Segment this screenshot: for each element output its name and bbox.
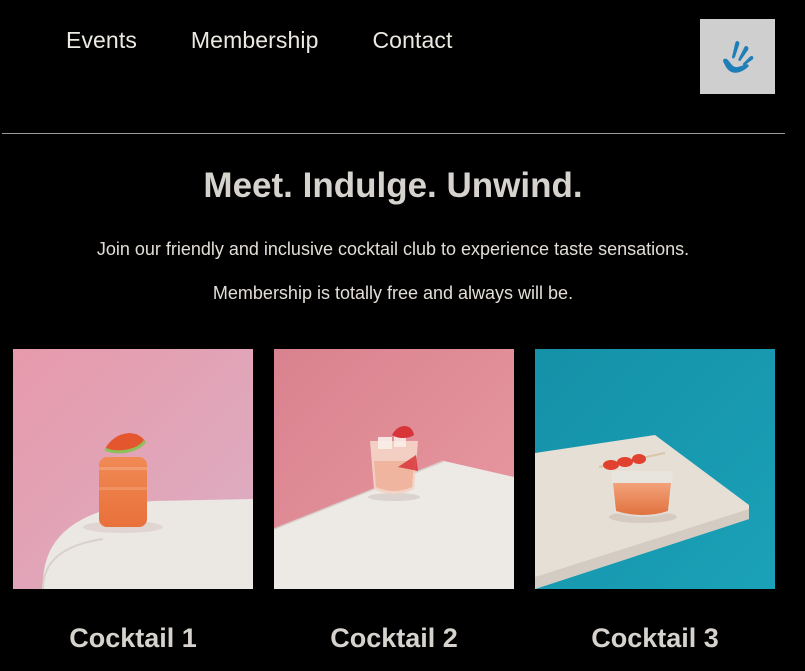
page: Events Membership Contact Meet. Indulge.… bbox=[0, 0, 805, 671]
accessibility-hand-icon bbox=[722, 40, 753, 73]
hero-headline: Meet. Indulge. Unwind. bbox=[203, 166, 583, 205]
nav-link-contact[interactable]: Contact bbox=[372, 24, 452, 56]
accessibility-button[interactable] bbox=[700, 19, 775, 94]
cocktail-1-image[interactable] bbox=[13, 349, 253, 589]
cocktail-1-title[interactable]: Cocktail 1 bbox=[13, 621, 253, 655]
nav-link-events[interactable]: Events bbox=[66, 24, 137, 56]
hero-intro-line-1: Join our friendly and inclusive cocktail… bbox=[96, 239, 690, 259]
hero-intro-line-2: Membership is totally free and always wi… bbox=[212, 283, 574, 303]
main-nav: Events Membership Contact bbox=[66, 24, 452, 56]
cocktail-2-image[interactable] bbox=[274, 349, 514, 589]
nav-link-membership[interactable]: Membership bbox=[191, 24, 319, 56]
cocktail-card-1: Cocktail 1 bbox=[13, 349, 253, 653]
cocktail-card-3: Cocktail 3 bbox=[535, 349, 775, 653]
cocktail-3-title[interactable]: Cocktail 3 bbox=[535, 621, 775, 655]
header-divider bbox=[2, 133, 785, 134]
cocktail-2-title[interactable]: Cocktail 2 bbox=[274, 621, 514, 655]
cocktail-3-image[interactable] bbox=[535, 349, 775, 589]
cocktail-card-2: Cocktail 2 bbox=[274, 349, 514, 653]
